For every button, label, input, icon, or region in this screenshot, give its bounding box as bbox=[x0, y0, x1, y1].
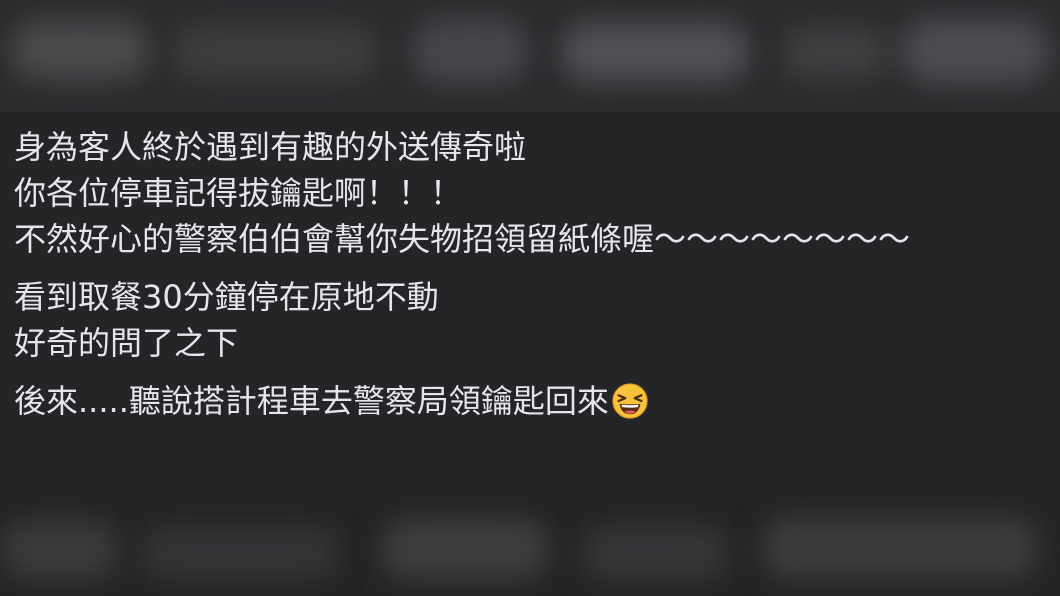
post-body: 身為客人終於遇到有趣的外送傳奇啦 你各位停車記得拔鑰匙啊！！！ 不然好心的警察伯… bbox=[0, 112, 1060, 470]
post-line-text: 後來.....聽說搭計程車去警察局領鑰匙回來 bbox=[14, 382, 609, 420]
screenshot-stage: 身為客人終於遇到有趣的外送傳奇啦 你各位停車記得拔鑰匙啊！！！ 不然好心的警察伯… bbox=[0, 0, 1060, 596]
post-line: 好奇的問了之下 bbox=[14, 324, 239, 362]
post-line: 看到取餐30分鐘停在原地不動 bbox=[14, 278, 439, 316]
blurred-footer bbox=[0, 470, 1060, 596]
grinning-squinting-face-icon bbox=[612, 383, 648, 419]
post-text: 身為客人終於遇到有趣的外送傳奇啦 你各位停車記得拔鑰匙啊！！！ 不然好心的警察伯… bbox=[14, 124, 1060, 424]
post-line: 身為客人終於遇到有趣的外送傳奇啦 bbox=[14, 128, 527, 166]
blurred-header bbox=[0, 0, 1060, 112]
post-line: 不然好心的警察伯伯會幫你失物招領留紙條喔～～～～～～～～ bbox=[14, 220, 911, 258]
post-line-last: 後來.....聽說搭計程車去警察局領鑰匙回來 bbox=[14, 378, 1060, 424]
post-line: 你各位停車記得拔鑰匙啊！！！ bbox=[14, 174, 463, 212]
